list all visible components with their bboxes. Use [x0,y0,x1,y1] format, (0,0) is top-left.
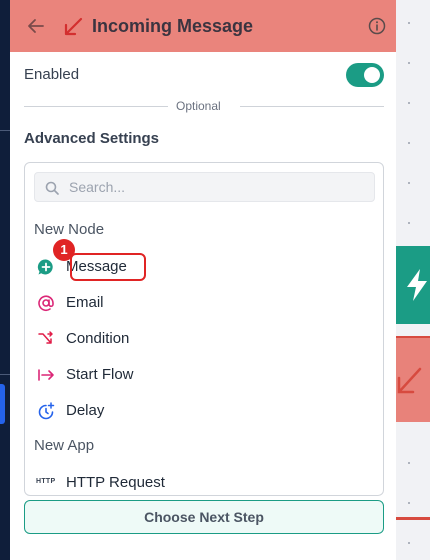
search-input[interactable] [69,177,359,197]
group-title-new-app: New App [34,437,95,454]
toggle-knob [364,67,380,83]
flow-connector-line [396,517,430,520]
panel-header: Incoming Message [10,0,396,52]
lightning-icon [407,269,427,301]
search-box[interactable] [34,172,375,202]
left-active-indicator [0,384,5,424]
panel-title: Incoming Message [92,16,254,36]
at-sign-icon [38,295,54,312]
annotation-highlight-box [70,253,146,281]
node-settings-panel: Incoming Message Enabled Optional Advanc… [10,0,396,560]
flow-node-incoming-message[interactable] [396,336,430,422]
incoming-arrow-icon [397,367,422,394]
search-icon [45,181,59,195]
list-item-label: Condition [66,330,130,347]
list-item-label: Email [66,294,104,311]
enabled-label: Enabled [24,66,80,83]
divider-line-left [24,106,168,107]
list-item-label: Delay [66,402,105,419]
optional-divider-label: Optional [176,99,221,113]
flow-node-trigger[interactable] [396,246,430,324]
divider-line-right [240,106,384,107]
list-item-label: Start Flow [66,366,134,383]
back-arrow-icon[interactable] [26,16,46,36]
arrow-into-bar-icon [38,369,54,381]
left-strip-divider [0,130,10,131]
whatsapp-plus-icon [37,259,53,275]
list-item-label: HTTP Request [66,474,165,491]
http-icon: HTTP [36,478,56,485]
split-arrows-icon [38,331,53,344]
annotation-step-badge: 1 [53,239,75,261]
list-item-delay[interactable]: Delay [25,393,383,427]
left-strip-divider [0,374,10,375]
incoming-arrow-icon [64,17,83,36]
advanced-settings-heading: Advanced Settings [24,130,160,147]
next-step-picker: New Node Message Email Condition [24,162,384,496]
info-icon[interactable] [368,17,386,35]
list-item-start-flow[interactable]: Start Flow [25,357,383,391]
list-item-email[interactable]: Email [25,285,383,319]
enabled-toggle[interactable] [346,63,384,87]
clock-plus-icon [38,402,55,420]
group-title-new-node: New Node [34,221,105,238]
list-item-condition[interactable]: Condition [25,321,383,355]
background-left-strip [0,0,10,560]
choose-next-step-button[interactable]: Choose Next Step [24,500,384,534]
list-item-http-request[interactable]: HTTP HTTP Request [25,465,383,495]
